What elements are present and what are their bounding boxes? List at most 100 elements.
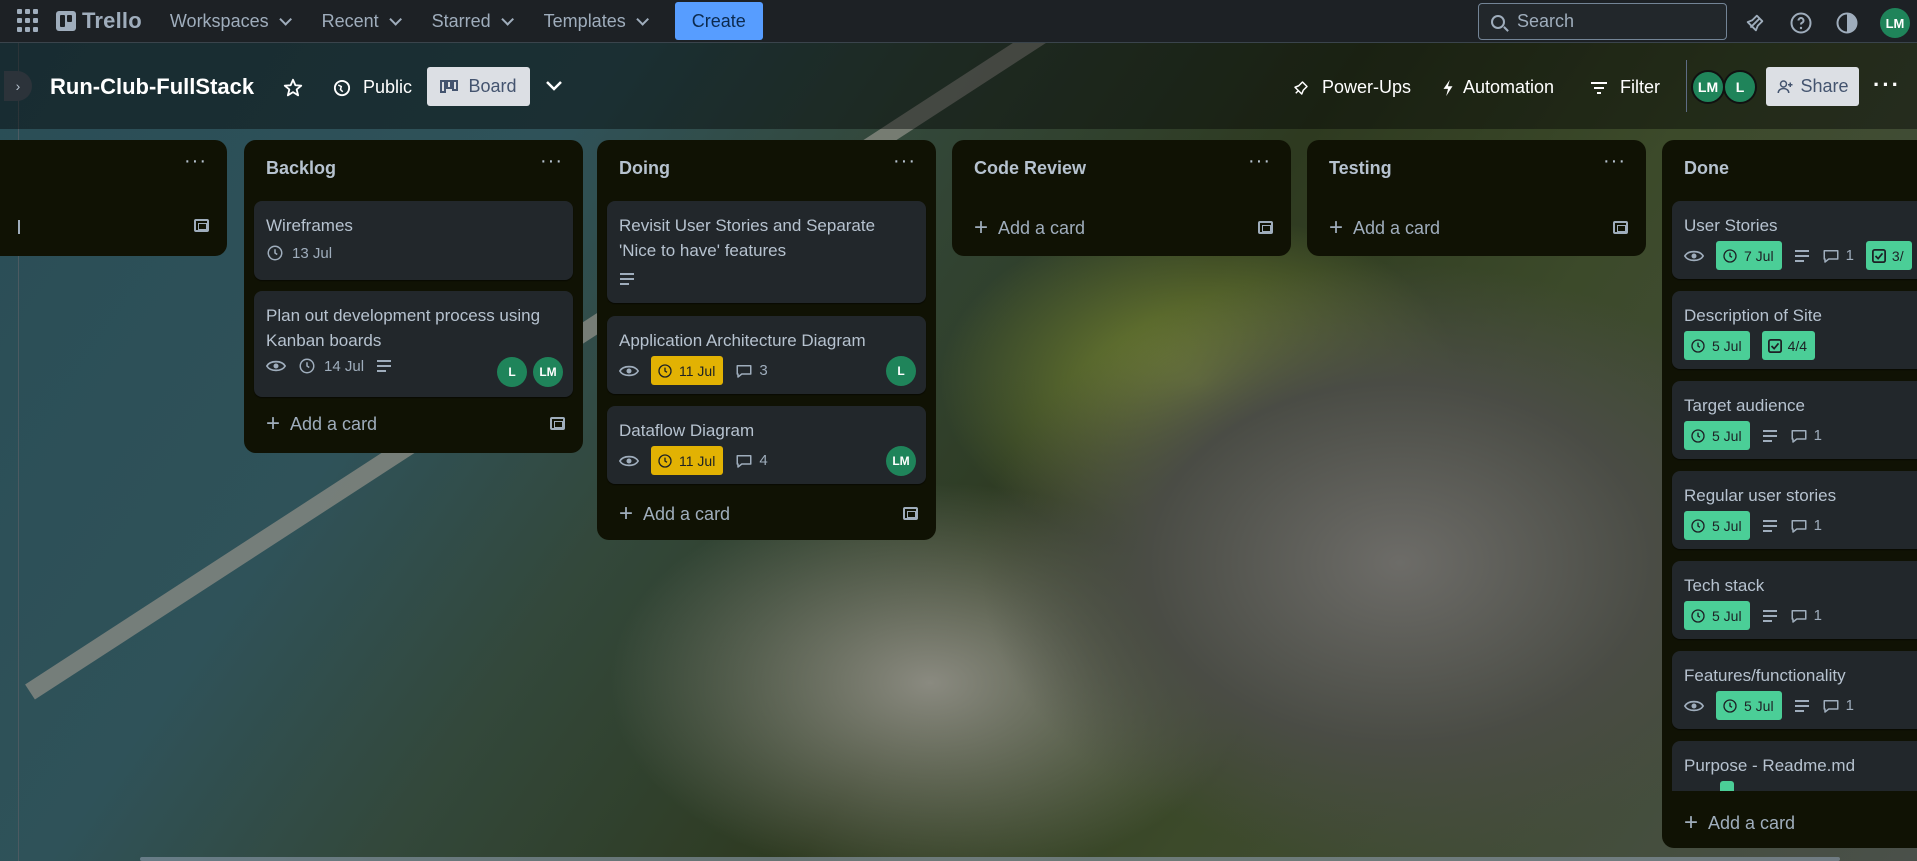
starred-menu[interactable]: Starred <box>431 10 514 32</box>
create-from-template-icon[interactable] <box>903 507 918 520</box>
card-badges: 13 Jul <box>266 244 344 262</box>
due-date-complete-badge[interactable]: 5 Jul <box>1684 511 1750 540</box>
list-menu-icon[interactable]: ··· <box>1603 150 1626 173</box>
card-tech-stack[interactable]: Tech stack 5 Jul 1 <box>1672 561 1917 639</box>
templates-menu[interactable]: Templates <box>544 11 649 32</box>
star-board-button[interactable] <box>282 77 304 99</box>
board-view-label: Board <box>468 76 517 96</box>
card-user-stories[interactable]: User Stories 7 Jul 1 3/ <box>1672 201 1917 279</box>
list-title[interactable]: Code Review <box>974 158 1086 179</box>
recent-menu[interactable]: Recent <box>322 11 402 32</box>
add-card-button[interactable]: + Add a card <box>1684 811 1795 835</box>
add-card-button[interactable]: + Add a card <box>266 412 377 436</box>
board-menu-button[interactable]: ··· <box>1873 72 1901 98</box>
clock-icon <box>1691 518 1705 533</box>
comment-icon <box>1823 249 1839 263</box>
create-from-template-icon[interactable] <box>1258 221 1273 234</box>
card-title: Application Architecture Diagram <box>619 331 866 350</box>
member-avatar-lm[interactable]: LM <box>1691 70 1725 104</box>
card-regular-user-stories[interactable]: Regular user stories 5 Jul 1 <box>1672 471 1917 549</box>
chevron-down-icon <box>278 12 292 26</box>
card-member-avatar-l[interactable]: L <box>497 357 527 387</box>
board-view-button[interactable]: Board <box>427 67 530 106</box>
card-target-audience[interactable]: Target audience 5 Jul 1 <box>1672 381 1917 459</box>
due-date-complete-badge[interactable]: 5 Jul <box>1684 421 1750 450</box>
add-card-button[interactable]: + Add a card <box>1329 216 1440 240</box>
list-title[interactable]: Done <box>1684 158 1729 179</box>
board-title[interactable]: Run-Club-FullStack <box>50 74 254 100</box>
card-dataflow-diagram[interactable]: Dataflow Diagram 11 Jul 4 LM <box>607 406 926 484</box>
theme-toggle-icon[interactable] <box>1834 10 1860 36</box>
list-menu-icon[interactable]: ··· <box>540 150 563 173</box>
help-icon[interactable] <box>1788 10 1814 36</box>
watching-badge <box>619 364 639 378</box>
member-avatar-l[interactable]: L <box>1723 70 1757 104</box>
list-title[interactable]: Backlog <box>266 158 336 179</box>
due-date-complete-badge[interactable] <box>1720 781 1734 791</box>
card-description-of-site[interactable]: Description of Site 5 Jul 4/4 <box>1672 291 1917 369</box>
create-button[interactable]: Create <box>674 2 763 40</box>
clock-icon <box>658 453 672 468</box>
create-from-template-icon[interactable] <box>1613 221 1628 234</box>
comment-icon <box>736 364 752 378</box>
due-date-complete-badge[interactable]: 7 Jul <box>1716 241 1782 270</box>
card-member-avatar-lm[interactable]: LM <box>533 357 563 387</box>
starred-label: Starred <box>431 10 491 31</box>
card-purpose-readme[interactable]: Purpose - Readme.md <box>1672 741 1917 791</box>
add-card-button[interactable]: + Add a card <box>619 502 730 526</box>
card-wireframes[interactable]: Wireframes 13 Jul <box>254 201 573 280</box>
description-icon <box>377 360 392 372</box>
workspaces-menu[interactable]: Workspaces <box>170 11 292 32</box>
watching-badge <box>266 359 286 373</box>
card-member-avatar-lm[interactable]: LM <box>886 446 916 476</box>
due-date-badge[interactable]: 11 Jul <box>651 356 724 385</box>
share-button[interactable]: Share <box>1766 67 1859 106</box>
checklist-count: 3/ <box>1891 247 1904 264</box>
card-title: Description of Site <box>1684 306 1822 325</box>
create-from-template-icon[interactable] <box>550 417 565 430</box>
checklist-icon <box>1871 248 1886 263</box>
list-menu-icon[interactable]: ··· <box>1248 150 1271 173</box>
view-switcher-button[interactable] <box>545 80 563 92</box>
description-icon <box>1762 609 1777 622</box>
clock-icon <box>267 245 283 261</box>
more-icon: ··· <box>1873 72 1901 97</box>
checklist-badge: 4/4 <box>1761 331 1816 360</box>
comments-badge: 1 <box>1790 517 1822 534</box>
card-application-architecture[interactable]: Application Architecture Diagram 11 Jul … <box>607 316 926 394</box>
trello-logo[interactable]: Trello <box>56 8 142 34</box>
create-from-template-icon[interactable] <box>194 219 209 232</box>
power-ups-button[interactable]: Power-Ups <box>1292 77 1411 98</box>
due-date-complete-badge[interactable]: 5 Jul <box>1684 601 1750 630</box>
card-title: Purpose - Readme.md <box>1684 756 1856 775</box>
top-right-actions: LM <box>1742 8 1910 38</box>
brand-name: Trello <box>82 8 142 33</box>
notifications-bell-icon[interactable] <box>1742 10 1768 36</box>
automation-button[interactable]: Automation <box>1441 77 1554 98</box>
card-features-functionality[interactable]: Features/functionality 5 Jul 1 <box>1672 651 1917 729</box>
filter-button[interactable]: Filter <box>1590 77 1660 98</box>
due-date-badge[interactable]: 11 Jul <box>651 446 724 475</box>
card-revisit-user-stories[interactable]: Revisit User Stories and Separate 'Nice … <box>607 201 926 303</box>
checklist-badge: 3/ <box>1865 241 1912 270</box>
user-avatar[interactable]: LM <box>1880 8 1910 38</box>
comments-count: 1 <box>1813 607 1822 624</box>
card-title: Target audience <box>1684 396 1805 415</box>
due-date-complete-badge[interactable]: 5 Jul <box>1716 691 1782 720</box>
app-switcher-icon[interactable] <box>17 9 41 33</box>
search-input[interactable]: Search <box>1478 3 1727 40</box>
description-badge <box>376 359 392 373</box>
add-card-label: Add a card <box>1353 217 1441 238</box>
visibility-button[interactable]: Public <box>333 77 412 98</box>
power-ups-label: Power-Ups <box>1322 77 1412 97</box>
due-date-badge: 14 Jul <box>298 357 364 375</box>
card-member-avatar-l[interactable]: L <box>886 356 916 386</box>
list-menu-icon[interactable]: ··· <box>184 150 207 173</box>
due-date-complete-badge[interactable]: 5 Jul <box>1684 331 1750 360</box>
list-menu-icon[interactable]: ··· <box>893 150 916 173</box>
card-plan-development[interactable]: Plan out development process using Kanba… <box>254 291 573 397</box>
board-horizontal-scrollbar[interactable] <box>140 857 1840 861</box>
add-card-button[interactable]: + Add a card <box>974 216 1085 240</box>
list-title[interactable]: Doing <box>619 158 670 179</box>
list-title[interactable]: Testing <box>1329 158 1392 179</box>
